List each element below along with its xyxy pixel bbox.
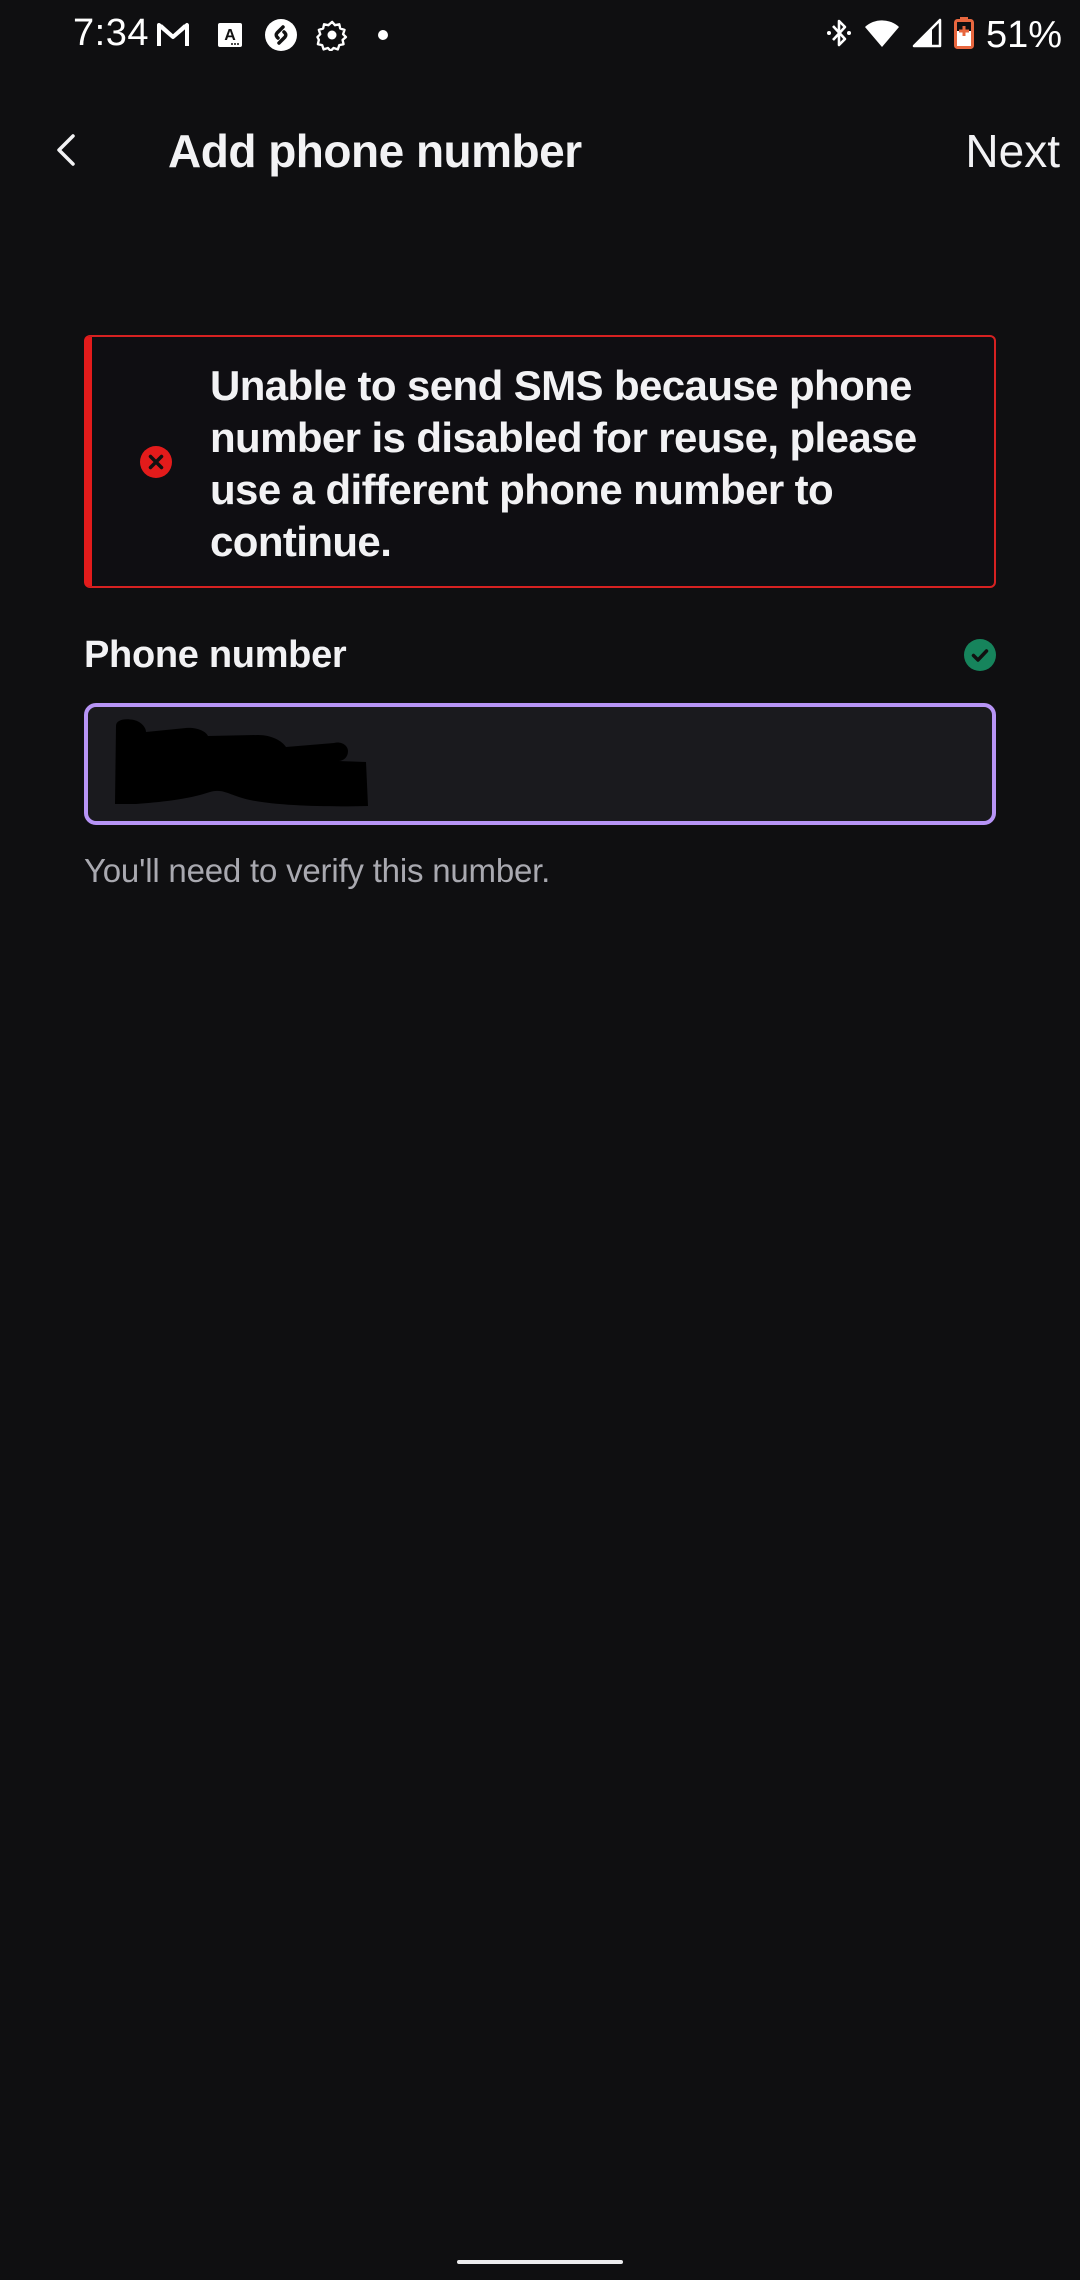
check-circle-icon	[964, 639, 996, 671]
battery-percent: 51%	[985, 13, 1062, 56]
text-a-icon: A	[212, 16, 248, 54]
gmail-icon	[155, 16, 191, 54]
page-title: Add phone number	[168, 125, 582, 177]
helper-text: You'll need to verify this number.	[84, 852, 551, 889]
shazam-icon	[263, 16, 299, 54]
redacted-phone-value	[113, 718, 483, 808]
battery-charging-icon	[953, 16, 974, 54]
notification-dot-icon	[365, 16, 401, 54]
chevron-left-icon	[57, 134, 75, 166]
error-message: Unable to send SMS because phone number …	[210, 362, 917, 565]
bluetooth-icon	[826, 17, 852, 54]
phone-number-label: Phone number	[84, 634, 347, 676]
svg-text:A: A	[224, 27, 236, 44]
next-button[interactable]: Next	[965, 124, 1060, 178]
error-x-circle-icon	[140, 446, 172, 478]
status-time: 7:34	[73, 12, 149, 54]
settings-gear-icon	[314, 16, 350, 54]
status-right-cluster: 51%	[826, 10, 1062, 60]
cell-signal-icon	[912, 18, 942, 53]
home-indicator[interactable]	[457, 2260, 623, 2264]
wifi-icon	[864, 18, 900, 53]
back-button[interactable]	[38, 120, 94, 180]
